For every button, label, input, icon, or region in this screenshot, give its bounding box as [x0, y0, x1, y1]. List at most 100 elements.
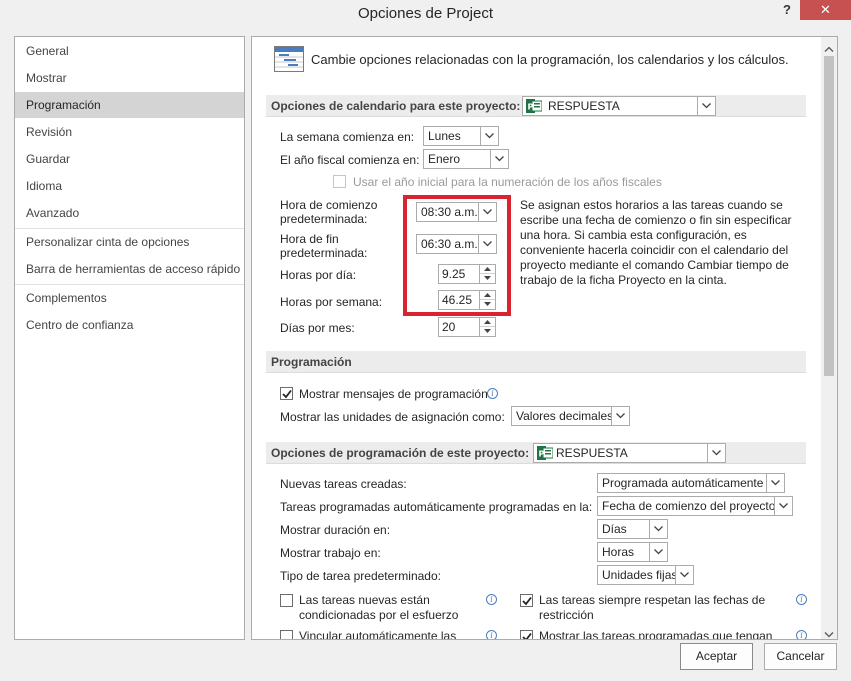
auto-tasks-select[interactable]: Fecha de comienzo del proyecto [597, 496, 793, 516]
fiscal-year-select[interactable]: Enero [423, 149, 509, 169]
fiscal-year-numbering-checkbox[interactable] [333, 175, 346, 188]
task-type-label: Tipo de tarea predeterminado: [280, 569, 441, 583]
nav-item-mostrar[interactable]: Mostrar [15, 65, 244, 91]
chevron-down-icon [697, 97, 715, 115]
hours-per-week-label: Horas por semana: [280, 295, 383, 309]
chevron-down-icon [675, 566, 693, 584]
nav-item-general[interactable]: General [15, 38, 244, 64]
task-type-value: Unidades fijas [602, 568, 678, 582]
work-select[interactable]: Horas [597, 542, 668, 562]
spin-up-icon[interactable] [480, 318, 495, 327]
cancel-button[interactable]: Cancelar [764, 643, 837, 670]
section-scheduling: Programación [266, 351, 806, 373]
fiscal-year-numbering-label: Usar el año inicial para la numeración d… [353, 175, 662, 189]
svg-text:P: P [528, 103, 534, 112]
days-per-month-spinner[interactable]: 20 [438, 317, 496, 337]
assignment-units-value: Valores decimales [516, 409, 614, 423]
checkmark-icon [282, 389, 292, 399]
nav-item-centro-confianza[interactable]: Centro de confianza [15, 312, 244, 338]
show-scheduling-messages-label: Mostrar mensajes de programación [299, 387, 488, 401]
auto-link-label: Vincular automáticamente las [299, 629, 457, 640]
auto-link-checkbox[interactable] [280, 630, 293, 639]
new-tasks-value: Programada automáticamente [602, 476, 764, 490]
work-label: Mostrar trabajo en: [280, 546, 381, 560]
show-scheduled-tasks-label: Mostrar las tareas programadas que tenga… [539, 629, 773, 640]
chevron-down-icon [490, 150, 508, 168]
close-button[interactable]: ✕ [800, 0, 851, 20]
days-per-month-label: Días por mes: [280, 321, 355, 335]
checkmark-icon [522, 596, 532, 606]
section-title: Opciones de calendario para este proyect… [271, 99, 521, 113]
honor-constraint-dates-checkbox[interactable] [520, 594, 533, 607]
vertical-scrollbar[interactable] [821, 37, 837, 639]
schedule-project-select[interactable]: P RESPUESTA [533, 443, 726, 463]
days-per-month-value: 20 [442, 320, 456, 334]
ok-button[interactable]: Aceptar [680, 643, 753, 670]
nav-item-programacion[interactable]: Programación [15, 92, 244, 118]
chevron-down-icon [649, 543, 667, 561]
duration-select[interactable]: Días [597, 519, 668, 539]
end-time-label: Hora de fin predeterminada: [280, 232, 368, 260]
nav-item-personalizar-cinta[interactable]: Personalizar cinta de opciones [15, 229, 244, 255]
project-file-icon: P [526, 99, 543, 115]
show-scheduling-messages-checkbox[interactable] [280, 387, 293, 400]
help-button[interactable]: ? [772, 0, 802, 24]
chevron-down-icon [774, 497, 792, 515]
svg-text:P: P [539, 450, 545, 459]
task-type-select[interactable]: Unidades fijas [597, 565, 694, 585]
nav-item-revision[interactable]: Revisión [15, 119, 244, 145]
hours-per-day-label: Horas por día: [280, 268, 357, 282]
auto-tasks-label: Tareas programadas automáticamente progr… [280, 500, 593, 514]
scrollbar-thumb[interactable] [824, 56, 834, 376]
calendar-project-select[interactable]: P RESPUESTA [522, 96, 716, 116]
info-icon[interactable]: i [487, 388, 498, 399]
calendar-schedule-icon [274, 46, 304, 75]
week-start-label: La semana comienza en: [280, 130, 415, 144]
calendar-project-value: RESPUESTA [548, 99, 620, 113]
effort-driven-checkbox[interactable] [280, 594, 293, 607]
info-icon[interactable]: i [486, 594, 497, 605]
chevron-down-icon [649, 520, 667, 538]
nav-item-idioma[interactable]: Idioma [15, 173, 244, 199]
effort-driven-label: Las tareas nuevas están condicionadas po… [299, 593, 459, 622]
highlight-box [403, 195, 511, 316]
checkmark-icon [522, 632, 532, 639]
assignment-units-label: Mostrar las unidades de asignación como: [280, 410, 505, 424]
assignment-units-select[interactable]: Valores decimales [511, 406, 630, 426]
info-icon[interactable]: i [796, 630, 807, 639]
page-description: Cambie opciones relacionadas con la prog… [311, 52, 789, 67]
fiscal-year-label: El año fiscal comienza en: [280, 153, 420, 167]
info-icon[interactable]: i [796, 594, 807, 605]
nav-item-complementos[interactable]: Complementos [15, 285, 244, 311]
options-nav: General Mostrar Programación Revisión Gu… [14, 36, 245, 640]
section-title: Opciones de programación de este proyect… [271, 446, 530, 460]
window-title: Opciones de Project [357, 5, 494, 22]
project-file-icon: P [537, 446, 554, 462]
duration-value: Días [602, 522, 627, 536]
new-tasks-label: Nuevas tareas creadas: [280, 477, 407, 491]
spin-down-icon[interactable] [480, 327, 495, 336]
time-settings-description: Se asignan estos horarios a las tareas c… [520, 198, 792, 287]
new-tasks-select[interactable]: Programada automáticamente [597, 473, 785, 493]
show-scheduled-tasks-checkbox[interactable] [520, 630, 533, 639]
nav-item-avanzado[interactable]: Avanzado [15, 200, 244, 226]
options-content: Cambie opciones relacionadas con la prog… [251, 36, 838, 640]
chevron-down-icon [480, 127, 498, 145]
scroll-up-icon[interactable] [824, 41, 834, 52]
title-bar: Opciones de Project [0, 0, 851, 30]
week-start-select[interactable]: Lunes [423, 126, 499, 146]
auto-tasks-value: Fecha de comienzo del proyecto [602, 499, 776, 513]
chevron-down-icon [707, 444, 725, 462]
info-icon[interactable]: i [486, 630, 497, 639]
duration-label: Mostrar duración en: [280, 523, 391, 537]
honor-constraint-dates-label: Las tareas siempre respetan las fechas d… [539, 593, 766, 622]
section-title: Programación [271, 355, 352, 369]
fiscal-year-value: Enero [428, 152, 461, 166]
nav-item-guardar[interactable]: Guardar [15, 146, 244, 172]
week-start-value: Lunes [428, 129, 461, 143]
start-time-label: Hora de comienzo predeterminada: [280, 198, 378, 226]
nav-item-barra-acceso-rapido[interactable]: Barra de herramientas de acceso rápido [15, 256, 244, 282]
scroll-down-icon[interactable] [824, 627, 834, 638]
chevron-down-icon [611, 407, 629, 425]
work-value: Horas [602, 545, 635, 559]
